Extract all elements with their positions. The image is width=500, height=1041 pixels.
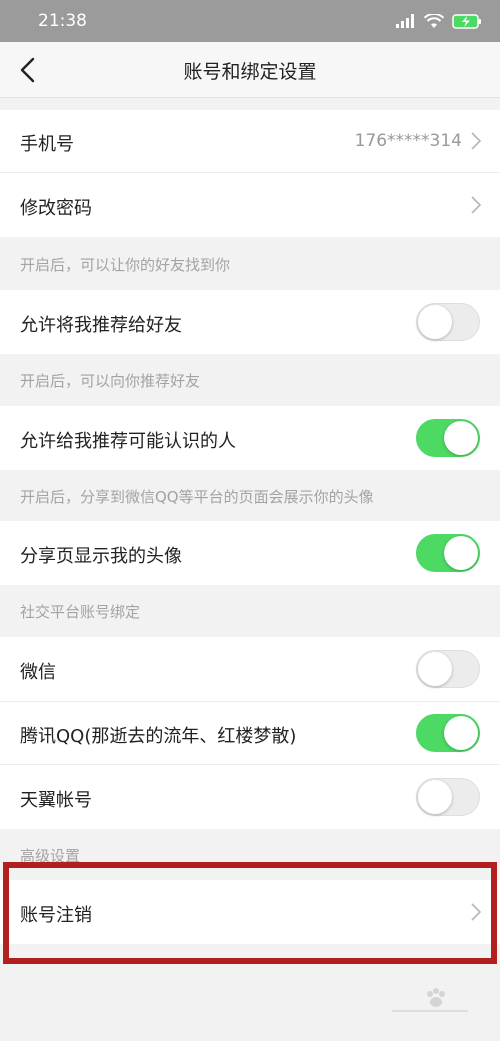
chevron-right-icon <box>471 196 482 214</box>
section-header-find-me: 开启后，可以让你的好友找到你 <box>20 256 231 274</box>
share-avatar-row: 分享页显示我的头像 <box>0 521 500 585</box>
phone-value: 176*****314 <box>354 131 462 151</box>
phone-label: 手机号 <box>20 134 74 155</box>
toggle-knob <box>444 536 478 570</box>
signal-icon <box>396 14 414 28</box>
toggle-knob <box>444 716 478 750</box>
recommend-people-label: 允许给我推荐可能认识的人 <box>20 431 236 452</box>
share-avatar-toggle[interactable] <box>416 534 480 572</box>
status-bar: 21:38 <box>0 0 500 42</box>
toggle-knob <box>418 305 452 339</box>
section-header-recommend: 开启后，可以向你推荐好友 <box>20 372 201 390</box>
page-title: 账号和绑定设置 <box>183 61 317 83</box>
toggle-knob <box>444 421 478 455</box>
status-time: 21:38 <box>38 11 87 31</box>
recommend-me-label: 允许将我推荐给好友 <box>20 315 182 336</box>
section-header-avatar: 开启后，分享到微信QQ等平台的页面会展示你的头像 <box>20 488 374 506</box>
phone-row[interactable]: 手机号 176*****314 <box>0 110 500 172</box>
change-password-label: 修改密码 <box>20 198 92 219</box>
toggle-knob <box>418 652 452 686</box>
status-icons <box>396 11 482 31</box>
qq-label: 腾讯QQ(那逝去的流年、红楼梦散) <box>20 726 297 747</box>
wechat-row: 微信 <box>0 637 500 701</box>
tianyi-label: 天翼帐号 <box>20 790 92 811</box>
highlight-box <box>3 862 497 964</box>
chevron-right-icon <box>471 132 482 150</box>
toggle-knob <box>418 780 452 814</box>
baidu-watermark-logo <box>392 988 468 1012</box>
wifi-icon <box>424 13 444 28</box>
change-password-row[interactable]: 修改密码 <box>0 173 500 237</box>
qq-toggle[interactable] <box>416 714 480 752</box>
recommend-me-toggle[interactable] <box>416 303 480 341</box>
recommend-people-toggle[interactable] <box>416 419 480 457</box>
wechat-label: 微信 <box>20 662 56 683</box>
tianyi-toggle[interactable] <box>416 778 480 816</box>
share-avatar-label: 分享页显示我的头像 <box>20 546 182 567</box>
tianyi-row: 天翼帐号 <box>0 765 500 829</box>
recommend-people-row: 允许给我推荐可能认识的人 <box>0 406 500 470</box>
qq-row: 腾讯QQ(那逝去的流年、红楼梦散) <box>0 702 500 764</box>
nav-bar: 账号和绑定设置 <box>0 42 500 98</box>
battery-charging-icon <box>452 13 481 29</box>
recommend-me-row: 允许将我推荐给好友 <box>0 290 500 354</box>
section-header-social: 社交平台账号绑定 <box>20 603 141 621</box>
wechat-toggle[interactable] <box>416 650 480 688</box>
